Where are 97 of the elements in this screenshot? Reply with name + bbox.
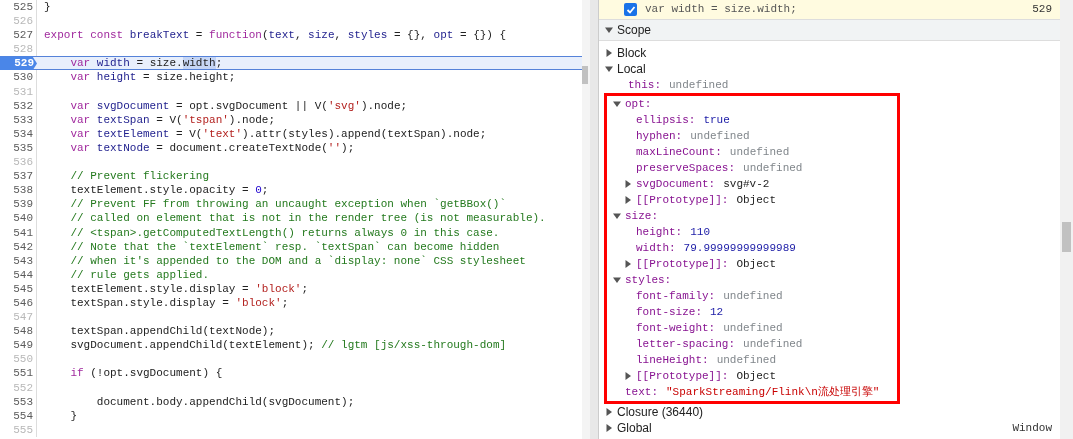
property-row[interactable]: preserveSpaces: undefined <box>607 160 897 176</box>
code-line: if (!opt.svgDocument) { <box>69 366 223 381</box>
line-number: 547 <box>0 310 37 325</box>
collapsed-triangle-icon[interactable] <box>624 180 632 188</box>
line-number: 536 <box>0 155 37 170</box>
code-line: export const breakText = function(text, size, styles = {}, opt = {}) { <box>43 28 507 43</box>
property-row[interactable]: font-family: undefined <box>607 288 897 304</box>
checkbox[interactable] <box>624 3 637 16</box>
line-number: 532 <box>0 98 37 113</box>
line-number: 555 <box>0 422 37 437</box>
expanded-triangle-icon[interactable] <box>613 212 621 220</box>
line-number: 540 <box>0 211 37 226</box>
expanded-triangle-icon[interactable] <box>605 26 613 34</box>
expanded-triangle-icon[interactable] <box>605 65 613 73</box>
scope-section[interactable]: Closure (36440) <box>599 404 1060 420</box>
code-line: // rule gets applied. <box>69 267 210 282</box>
line-number: 538 <box>0 183 37 198</box>
line-number: 552 <box>0 380 37 395</box>
scrollbar[interactable] <box>1060 0 1073 439</box>
collapsed-triangle-icon[interactable] <box>605 408 613 416</box>
code-line: var width = size.width; <box>69 56 223 71</box>
property-row[interactable]: [[Prototype]]: Object <box>607 192 897 208</box>
collapsed-triangle-icon[interactable] <box>605 49 613 57</box>
code-line: } <box>69 408 77 423</box>
property-row[interactable]: font-weight: undefined <box>607 320 897 336</box>
line-number: 534 <box>0 126 37 141</box>
line-number: 553 <box>0 394 37 409</box>
property-row[interactable]: [[Prototype]]: Object <box>607 256 897 272</box>
property-row[interactable]: width: 79.99999999999989 <box>607 240 897 256</box>
line-number: 543 <box>0 253 37 268</box>
scrollbar[interactable] <box>582 0 590 439</box>
expanded-triangle-icon[interactable] <box>613 276 621 284</box>
code-line: } <box>43 0 51 15</box>
code-line: textElement.style.opacity = 0; <box>69 183 269 198</box>
property-row[interactable]: opt: <box>607 96 897 112</box>
property-row[interactable]: ellipsis: true <box>607 112 897 128</box>
section-header[interactable]: Scope <box>599 20 1060 41</box>
property-row[interactable]: svgDocument: svg#v-2 <box>607 176 897 192</box>
line-number: 537 <box>0 169 37 184</box>
line-number: 539 <box>0 197 37 212</box>
code-line: var height = size.height; <box>69 70 236 85</box>
line-number: 529 <box>1032 2 1052 18</box>
line-number: 544 <box>0 267 37 282</box>
scope-section[interactable]: Local <box>599 61 1060 77</box>
collapsed-triangle-icon[interactable] <box>624 196 632 204</box>
line-number: 550 <box>0 352 37 367</box>
code-line: textElement.style.display = 'block'; <box>69 281 309 296</box>
property-row[interactable]: text: "SparkStreaming/Flink\n流处理引擎" <box>607 384 897 400</box>
scrollbar-thumb[interactable] <box>582 66 588 84</box>
property-row[interactable]: this: undefined <box>599 77 1060 93</box>
line-number: 530 <box>0 70 37 85</box>
line-number: 535 <box>0 140 37 156</box>
line-number: 533 <box>0 112 37 127</box>
line-number: 545 <box>0 281 37 296</box>
line-number: 527 <box>0 28 37 43</box>
code-line: svgDocument.appendChild(textElement); // lgtm [js/xss-through-dom] <box>69 338 507 353</box>
code-line: var svgDocument = opt.svgDocument || V('svg').node; <box>69 98 408 113</box>
scrollbar-thumb[interactable] <box>1062 222 1071 252</box>
code-line: var textSpan = V('tspan').node; <box>69 112 276 127</box>
code-line: // when it's appended to the DOM and a `display: none` CSS stylesheet <box>69 253 526 268</box>
code-line: textSpan.style.display = 'block'; <box>69 295 289 311</box>
code-line: // Note that the `textElement` resp. `textSpan` can become hidden <box>69 239 500 254</box>
code-line: // <tspan>.getComputedTextLength() returns always 0 in this case. <box>69 225 500 240</box>
code-line: document.body.appendChild(svgDocument); <box>95 394 355 409</box>
property-row[interactable]: lineHeight: undefined <box>607 352 897 368</box>
current-line-number[interactable]: 529 <box>0 56 37 71</box>
line-number: 554 <box>0 408 37 423</box>
line-number: 551 <box>0 366 37 381</box>
collapsed-triangle-icon[interactable] <box>624 372 632 380</box>
line-number: 526 <box>0 14 37 29</box>
code-line: var textElement = V('text').attr(styles).append(textSpan).node; <box>69 126 487 141</box>
line-number: 525 <box>0 0 37 15</box>
property-row[interactable]: letter-spacing: undefined <box>607 336 897 352</box>
collapsed-triangle-icon[interactable] <box>605 424 613 432</box>
line-number: 549 <box>0 338 37 353</box>
scope-section[interactable]: Block <box>599 45 1060 61</box>
property-row[interactable]: styles: <box>607 272 897 288</box>
expanded-triangle-icon[interactable] <box>613 100 621 108</box>
code-line: // Prevent flickering <box>69 169 210 184</box>
property-row[interactable]: height: 110 <box>607 224 897 240</box>
code-line: textSpan.appendChild(textNode); <box>69 324 276 339</box>
line-number: 542 <box>0 239 37 254</box>
line-number: 548 <box>0 324 37 339</box>
code-line: // called on element that is not in the render tree (is not measurable). <box>69 211 546 226</box>
line-number: 546 <box>0 295 37 311</box>
collapsed-triangle-icon[interactable] <box>624 260 632 268</box>
property-row[interactable]: hyphen: undefined <box>607 128 897 144</box>
property-row[interactable]: maxLineCount: undefined <box>607 144 897 160</box>
property-row[interactable]: [[Prototype]]: Object <box>607 368 897 384</box>
code-line: var textNode = document.createTextNode(''); <box>69 140 355 156</box>
property-row[interactable]: font-size: 12 <box>607 304 897 320</box>
property-row[interactable]: size: <box>607 208 897 224</box>
line-number: 541 <box>0 225 37 240</box>
line-number: 531 <box>0 84 37 99</box>
code-line: // Prevent FF from throwing an uncaught exception when `getBBox()` <box>69 197 507 212</box>
scope-section[interactable]: Global Window <box>599 420 1060 436</box>
breakpoint-code: var width = size.width; <box>645 2 798 18</box>
